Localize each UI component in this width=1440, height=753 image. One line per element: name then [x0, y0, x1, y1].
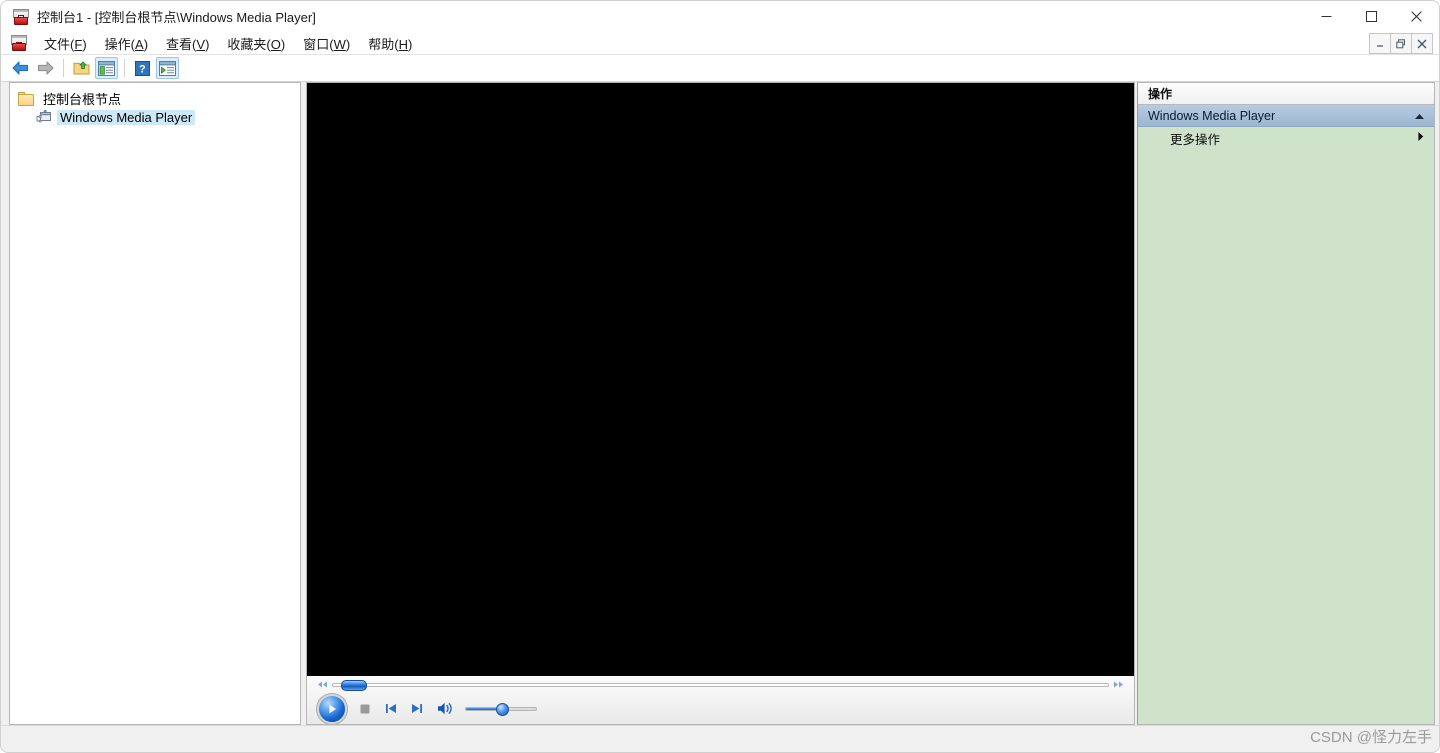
- rewind-icon[interactable]: [317, 681, 328, 688]
- next-track-button[interactable]: [404, 696, 430, 722]
- actions-pane-body: Windows Media Player 更多操作: [1138, 105, 1434, 724]
- menu-item-file-label: 文件: [44, 36, 71, 52]
- forward-arrow-icon[interactable]: [34, 57, 57, 79]
- play-button[interactable]: [317, 693, 347, 724]
- media-player-controls: [307, 675, 1134, 724]
- toolbar-separator: [124, 59, 125, 77]
- action-group-header-label: Windows Media Player: [1148, 108, 1276, 123]
- close-button[interactable]: [1394, 1, 1439, 32]
- svg-text:?: ?: [139, 63, 146, 75]
- mdi-minimize-button[interactable]: [1369, 33, 1391, 54]
- menu-item-favorites[interactable]: 收藏夹(O): [218, 32, 294, 55]
- toolbar: ?: [1, 55, 1439, 82]
- chevron-up-icon[interactable]: [1414, 109, 1425, 123]
- export-list-icon[interactable]: [156, 57, 179, 79]
- mdi-child-window-controls: [1369, 33, 1433, 54]
- status-bar: [1, 725, 1439, 752]
- actions-pane-title: 操作: [1138, 83, 1434, 105]
- actions-pane: 操作 Windows Media Player 更多操作: [1137, 82, 1435, 725]
- folder-icon: [18, 91, 34, 106]
- snapin-icon: [36, 109, 52, 125]
- menu-item-file[interactable]: 文件(F): [35, 32, 96, 55]
- menu-item-help[interactable]: 帮助(H): [359, 32, 421, 55]
- menu-item-help-accel: H: [398, 36, 408, 52]
- minimize-button[interactable]: [1304, 1, 1349, 32]
- back-arrow-icon[interactable]: [9, 57, 32, 79]
- toolbar-separator: [63, 59, 64, 77]
- stop-button[interactable]: [352, 696, 378, 722]
- tree-node-console-root[interactable]: 控制台根节点: [10, 89, 300, 108]
- menu-item-favorites-label: 收藏夹: [227, 36, 267, 52]
- action-item-more-actions[interactable]: 更多操作: [1138, 127, 1434, 149]
- menu-item-view[interactable]: 查看(V): [157, 32, 218, 55]
- menu-item-window-label: 窗口: [303, 36, 330, 52]
- seek-slider[interactable]: [332, 679, 1109, 691]
- menu-item-action-label: 操作: [104, 36, 131, 52]
- maximize-button[interactable]: [1349, 1, 1394, 32]
- tree-node-label: Windows Media Player: [57, 110, 196, 125]
- volume-slider[interactable]: [465, 702, 537, 716]
- media-player-video-area[interactable]: [307, 83, 1134, 675]
- result-pane: [306, 82, 1135, 725]
- menu-item-file-accel: F: [74, 36, 83, 52]
- window-controls: [1304, 1, 1439, 32]
- transport-button-row: [307, 693, 1134, 724]
- console-tree-pane[interactable]: 控制台根节点 Windows Media Player: [9, 82, 301, 725]
- volume-slider-thumb[interactable]: [496, 702, 510, 716]
- menu-item-view-label: 查看: [166, 36, 193, 52]
- menu-item-window-accel: W: [333, 36, 346, 52]
- chevron-right-icon[interactable]: [1417, 131, 1424, 145]
- system-menu-icon[interactable]: [11, 35, 27, 51]
- mdi-close-button[interactable]: [1411, 33, 1433, 54]
- menu-item-favorites-accel: O: [270, 36, 281, 52]
- console-panes: 控制台根节点 Windows Media Player 操作 Windows M…: [1, 82, 1439, 725]
- menu-item-action[interactable]: 操作(A): [96, 32, 157, 55]
- volume-speaker-icon[interactable]: [433, 696, 459, 722]
- seek-row: [307, 676, 1134, 693]
- seek-slider-thumb[interactable]: [340, 679, 367, 691]
- fastforward-icon[interactable]: [1113, 681, 1124, 688]
- help-question-icon[interactable]: ?: [131, 57, 154, 79]
- mdi-restore-button[interactable]: [1390, 33, 1412, 54]
- menu-item-view-accel: V: [196, 36, 206, 52]
- tree-node-windows-media-player[interactable]: Windows Media Player: [10, 108, 300, 127]
- action-group-header-windows-media-player[interactable]: Windows Media Player: [1138, 105, 1434, 127]
- mmc-console-icon: [13, 8, 29, 25]
- title-bar: 控制台1 - [控制台根节点\Windows Media Player]: [1, 1, 1439, 32]
- up-one-level-folder-icon[interactable]: [70, 57, 93, 79]
- menu-item-help-label: 帮助: [368, 36, 395, 52]
- menu-item-action-accel: A: [135, 36, 144, 52]
- previous-track-button[interactable]: [378, 696, 404, 722]
- mmc-console-window: 控制台1 - [控制台根节点\Windows Media Player] 文件(…: [0, 0, 1440, 753]
- window-title: 控制台1 - [控制台根节点\Windows Media Player]: [37, 10, 316, 25]
- menu-bar: 文件(F) 操作(A) 查看(V) 收藏夹(O) 窗口(W) 帮助(H): [1, 32, 1439, 55]
- tree-node-label: 控制台根节点: [43, 92, 122, 107]
- action-item-label: 更多操作: [1170, 132, 1221, 147]
- show-hide-console-tree-icon[interactable]: [95, 57, 118, 79]
- menu-item-window[interactable]: 窗口(W): [294, 32, 359, 55]
